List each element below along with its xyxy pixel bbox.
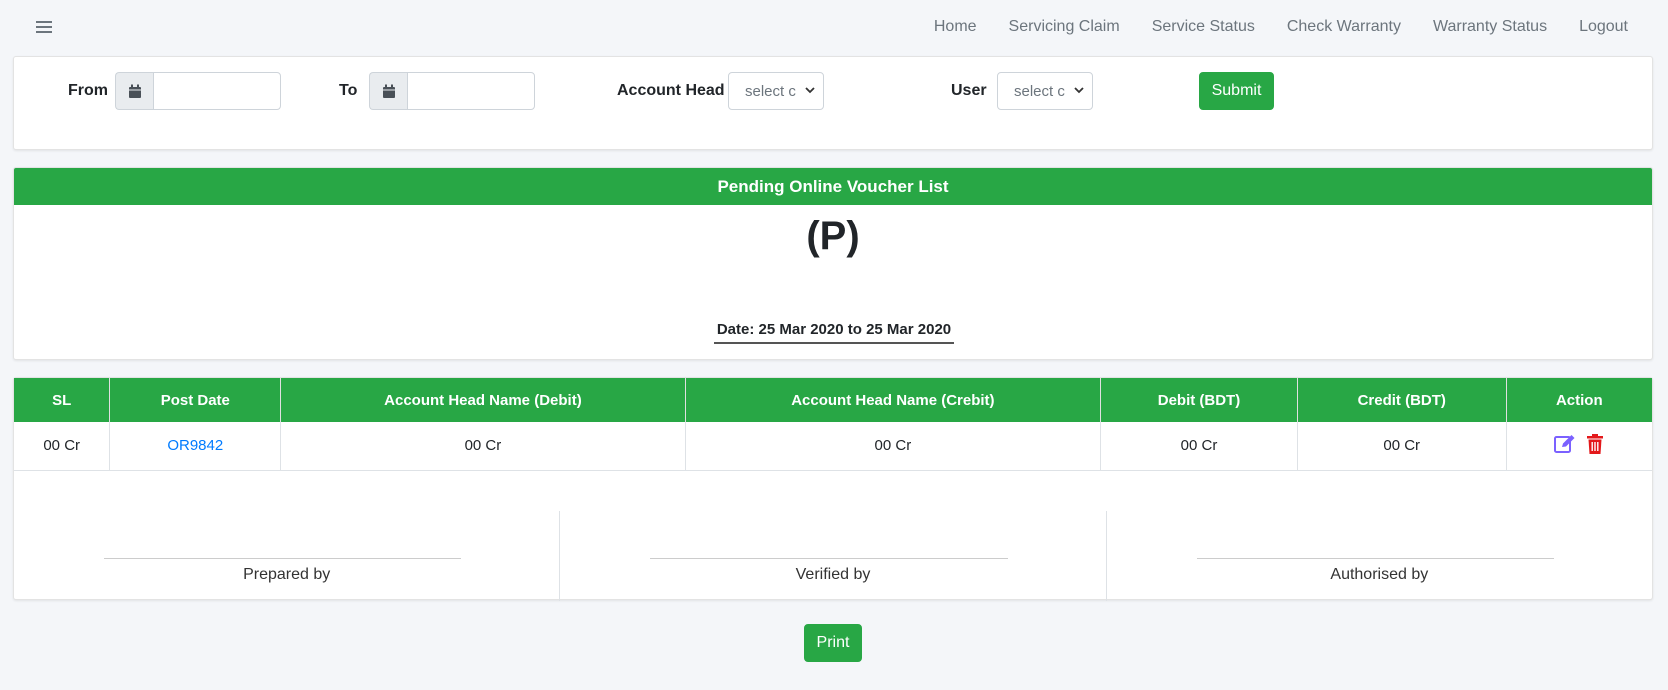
main-nav: Home Servicing Claim Service Status Chec… <box>902 18 1628 36</box>
to-date-input[interactable] <box>407 72 535 110</box>
account-head-label: Account Head <box>617 82 725 99</box>
company-logo-text: (P) <box>806 214 860 258</box>
table-header-row: SL Post Date Account Head Name (Debit) A… <box>14 378 1652 422</box>
signature-line <box>1196 558 1554 559</box>
top-navbar: Home Servicing Claim Service Status Chec… <box>0 0 1668 56</box>
cell-sl: 00 Cr <box>14 422 111 471</box>
col-header-sl: SL <box>14 378 111 422</box>
calendar-icon[interactable] <box>115 72 153 110</box>
signature-line <box>650 558 1008 559</box>
calendar-icon[interactable] <box>369 72 407 110</box>
signature-row: Prepared by Verified by Authorised by <box>14 511 1652 601</box>
nav-servicing-claim[interactable]: Servicing Claim <box>1009 18 1120 36</box>
cell-credit: 00 Cr <box>1297 422 1507 471</box>
signature-label: Verified by <box>795 566 871 583</box>
col-header-action: Action <box>1506 378 1652 422</box>
signature-line <box>104 558 462 559</box>
submit-button[interactable]: Submit <box>1199 72 1274 110</box>
voucher-table-card: SL Post Date Account Head Name (Debit) A… <box>13 377 1653 601</box>
menu-toggle-icon[interactable] <box>36 18 52 36</box>
cell-post-date: OR9842 <box>109 422 282 471</box>
chevron-down-icon <box>805 87 815 94</box>
print-button[interactable]: Print <box>804 624 862 662</box>
account-head-select[interactable]: select c <box>728 72 824 110</box>
from-date-input[interactable] <box>153 72 281 110</box>
nav-warranty-status[interactable]: Warranty Status <box>1433 18 1547 36</box>
voucher-link[interactable]: OR9842 <box>167 437 223 454</box>
delete-icon[interactable] <box>1586 433 1604 454</box>
edit-icon[interactable] <box>1554 434 1576 454</box>
voucher-table: SL Post Date Account Head Name (Debit) A… <box>14 378 1652 471</box>
col-header-debit-head: Account Head Name (Debit) <box>280 378 686 422</box>
signature-label: Prepared by <box>243 566 331 583</box>
to-label: To <box>339 82 358 99</box>
col-header-credit: Credit (BDT) <box>1297 378 1507 422</box>
cell-action <box>1506 422 1652 471</box>
report-title: Pending Online Voucher List <box>14 168 1652 205</box>
signature-label: Authorised by <box>1330 566 1429 583</box>
nav-home[interactable]: Home <box>934 18 977 36</box>
cell-debit: 00 Cr <box>1100 422 1298 471</box>
from-label: From <box>68 82 108 99</box>
user-select[interactable]: select c <box>997 72 1093 110</box>
signature-prepared: Prepared by <box>14 511 559 601</box>
table-row: 00 Cr OR9842 00 Cr 00 Cr 00 Cr 00 Cr <box>14 422 1652 471</box>
report-card: Pending Online Voucher List (P) Date: 25… <box>13 167 1653 360</box>
signature-authorised: Authorised by <box>1105 511 1652 601</box>
from-date-group <box>115 72 281 110</box>
filter-card: From To Account Head select c User selec… <box>13 56 1653 150</box>
col-header-post-date: Post Date <box>109 378 282 422</box>
account-head-selected: select c <box>745 82 796 100</box>
cell-credit-head: 00 Cr <box>685 422 1102 471</box>
col-header-credit-head: Account Head Name (Crebit) <box>685 378 1102 422</box>
user-label: User <box>951 82 987 99</box>
signature-verified: Verified by <box>559 511 1105 601</box>
nav-logout[interactable]: Logout <box>1579 18 1628 36</box>
nav-service-status[interactable]: Service Status <box>1152 18 1255 36</box>
col-header-debit: Debit (BDT) <box>1100 378 1298 422</box>
user-selected: select c <box>1014 82 1065 100</box>
nav-check-warranty[interactable]: Check Warranty <box>1287 18 1401 36</box>
to-date-group <box>369 72 535 110</box>
date-range: Date: 25 Mar 2020 to 25 Mar 2020 <box>714 321 954 344</box>
cell-debit-head: 00 Cr <box>280 422 686 471</box>
chevron-down-icon <box>1074 87 1084 94</box>
